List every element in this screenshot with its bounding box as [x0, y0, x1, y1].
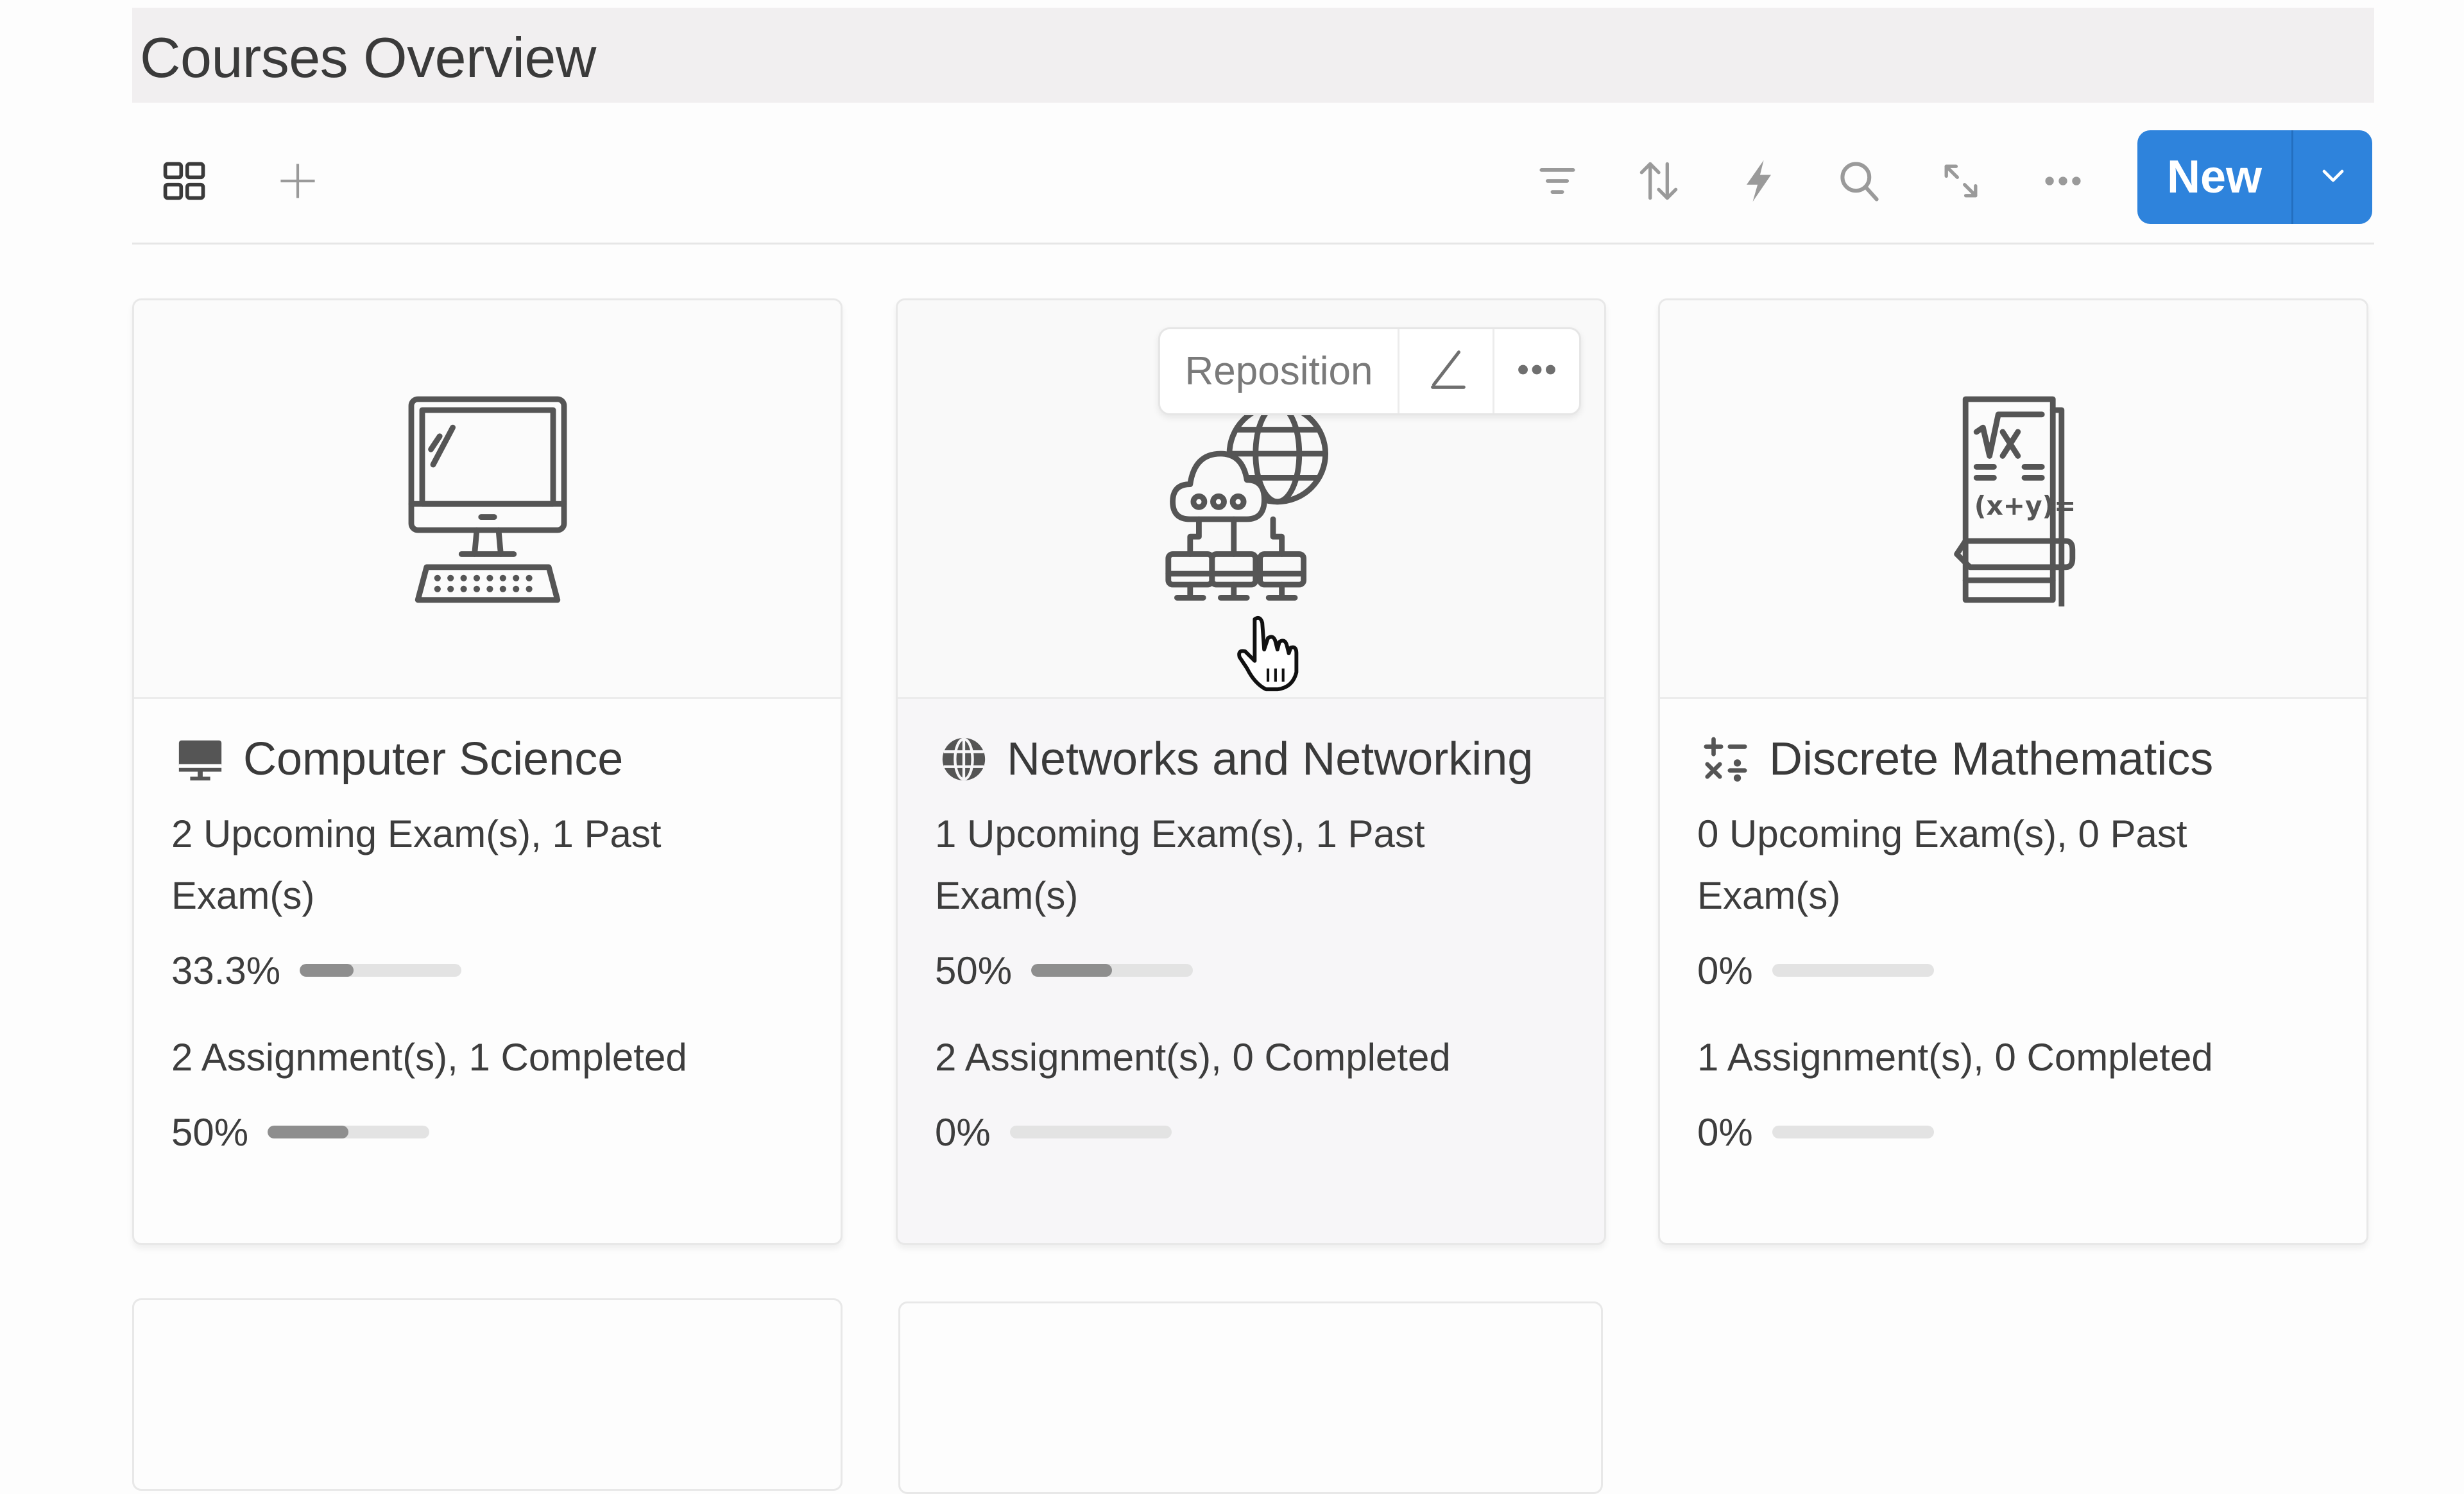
assignment-progress-bar — [1009, 1126, 1172, 1138]
card-title-row: Discrete Mathematics — [1697, 724, 2341, 794]
card-cover: (x+y)= — [1660, 300, 2366, 699]
search-icon[interactable] — [1834, 155, 1885, 207]
assignment-progress: 50% — [171, 1100, 815, 1164]
exam-progress-bar — [300, 964, 462, 977]
computer-monitor-illustration-icon — [379, 388, 597, 610]
exams-summary: 1 Upcoming Exam(s), 1 Past Exam(s) — [935, 812, 1425, 917]
reposition-button[interactable]: Reposition — [1160, 329, 1399, 413]
gallery-view-icon[interactable] — [159, 155, 210, 207]
exams-summary: 0 Upcoming Exam(s), 0 Past Exam(s) — [1697, 812, 2187, 917]
toolbar-divider — [132, 243, 2374, 245]
automation-bolt-icon[interactable] — [1733, 155, 1784, 207]
exam-progress-label: 50% — [935, 949, 1013, 992]
pencil-icon — [1421, 345, 1471, 398]
desktop-computer-icon — [171, 730, 229, 788]
exam-progress-label: 0% — [1697, 949, 1753, 992]
exam-progress-fill — [1031, 964, 1113, 977]
more-icon — [1512, 345, 1562, 398]
more-icon[interactable] — [2037, 155, 2089, 207]
expand-icon[interactable] — [1935, 155, 1987, 207]
assignment-progress: 0% — [935, 1100, 1579, 1164]
edit-cover-button[interactable] — [1399, 329, 1494, 413]
exam-progress-bar — [1031, 964, 1194, 977]
chevron-down-icon — [2315, 158, 2351, 197]
filter-icon[interactable] — [1532, 155, 1583, 207]
card-title[interactable]: Networks and Networking — [1007, 733, 1533, 786]
card-body: Discrete Mathematics 0 Upcoming Exam(s),… — [1697, 724, 2341, 1164]
card-body: Networks and Networking 1 Upcoming Exam(… — [935, 724, 1579, 1164]
network-cloud-illustration-icon — [1142, 388, 1360, 610]
new-dropdown-button[interactable] — [2293, 130, 2372, 224]
assignment-progress-label: 0% — [935, 1110, 991, 1154]
math-operators-icon — [1697, 730, 1755, 788]
assignment-progress-label: 50% — [171, 1110, 249, 1154]
card-body: Computer Science 2 Upcoming Exam(s), 1 P… — [171, 724, 815, 1164]
assignment-progress: 0% — [1697, 1100, 2341, 1164]
exam-progress: 50% — [935, 938, 1579, 1002]
assignment-progress-bar — [268, 1126, 430, 1138]
card-title[interactable]: Computer Science — [243, 733, 623, 786]
assignment-progress-label: 0% — [1697, 1110, 1753, 1154]
card-title-row: Networks and Networking — [935, 724, 1579, 794]
assignments-summary: 2 Assignment(s), 0 Completed — [935, 1036, 1451, 1079]
exam-progress: 0% — [1697, 938, 2341, 1002]
assignments-summary: 2 Assignment(s), 1 Completed — [171, 1036, 687, 1079]
database-toolbar: New — [132, 128, 2374, 225]
page-title-bar: Courses Overview — [132, 8, 2374, 103]
course-card[interactable]: (x+y)= Discrete Mathematics 0 Upcoming E… — [1658, 298, 2368, 1245]
exam-progress-fill — [300, 964, 354, 977]
exams-summary: 2 Upcoming Exam(s), 1 Past Exam(s) — [171, 812, 662, 917]
assignment-progress-bar — [1772, 1126, 1934, 1138]
exam-progress: 33.3% — [171, 938, 815, 1002]
math-book-illustration-icon: (x+y)= — [1904, 388, 2123, 614]
globe-icon — [935, 730, 993, 788]
page-title[interactable]: Courses Overview — [140, 26, 596, 90]
add-view-icon[interactable] — [272, 155, 323, 207]
exam-progress-label: 33.3% — [171, 949, 281, 992]
course-card[interactable]: Reposition Networks and Networking 1 Upc… — [896, 298, 1606, 1245]
course-card-partial[interactable] — [132, 1298, 843, 1491]
assignments-summary: 1 Assignment(s), 0 Completed — [1697, 1036, 2213, 1079]
hand-pointer-cursor-icon — [1231, 612, 1308, 695]
new-button[interactable]: New — [2137, 130, 2293, 224]
course-card[interactable]: Computer Science 2 Upcoming Exam(s), 1 P… — [132, 298, 843, 1245]
sort-icon[interactable] — [1633, 155, 1684, 207]
svg-text:(x+y)=: (x+y)= — [1974, 490, 2076, 521]
card-title[interactable]: Discrete Mathematics — [1769, 733, 2213, 786]
card-cover — [134, 300, 841, 699]
course-card-partial[interactable] — [898, 1301, 1603, 1494]
card-title-row: Computer Science — [171, 724, 815, 794]
cover-overlay-menu: Reposition — [1158, 327, 1581, 415]
cover-more-button[interactable] — [1494, 329, 1579, 413]
exam-progress-bar — [1772, 964, 1934, 977]
new-button-group: New — [2137, 130, 2372, 224]
assignment-progress-fill — [268, 1126, 349, 1138]
